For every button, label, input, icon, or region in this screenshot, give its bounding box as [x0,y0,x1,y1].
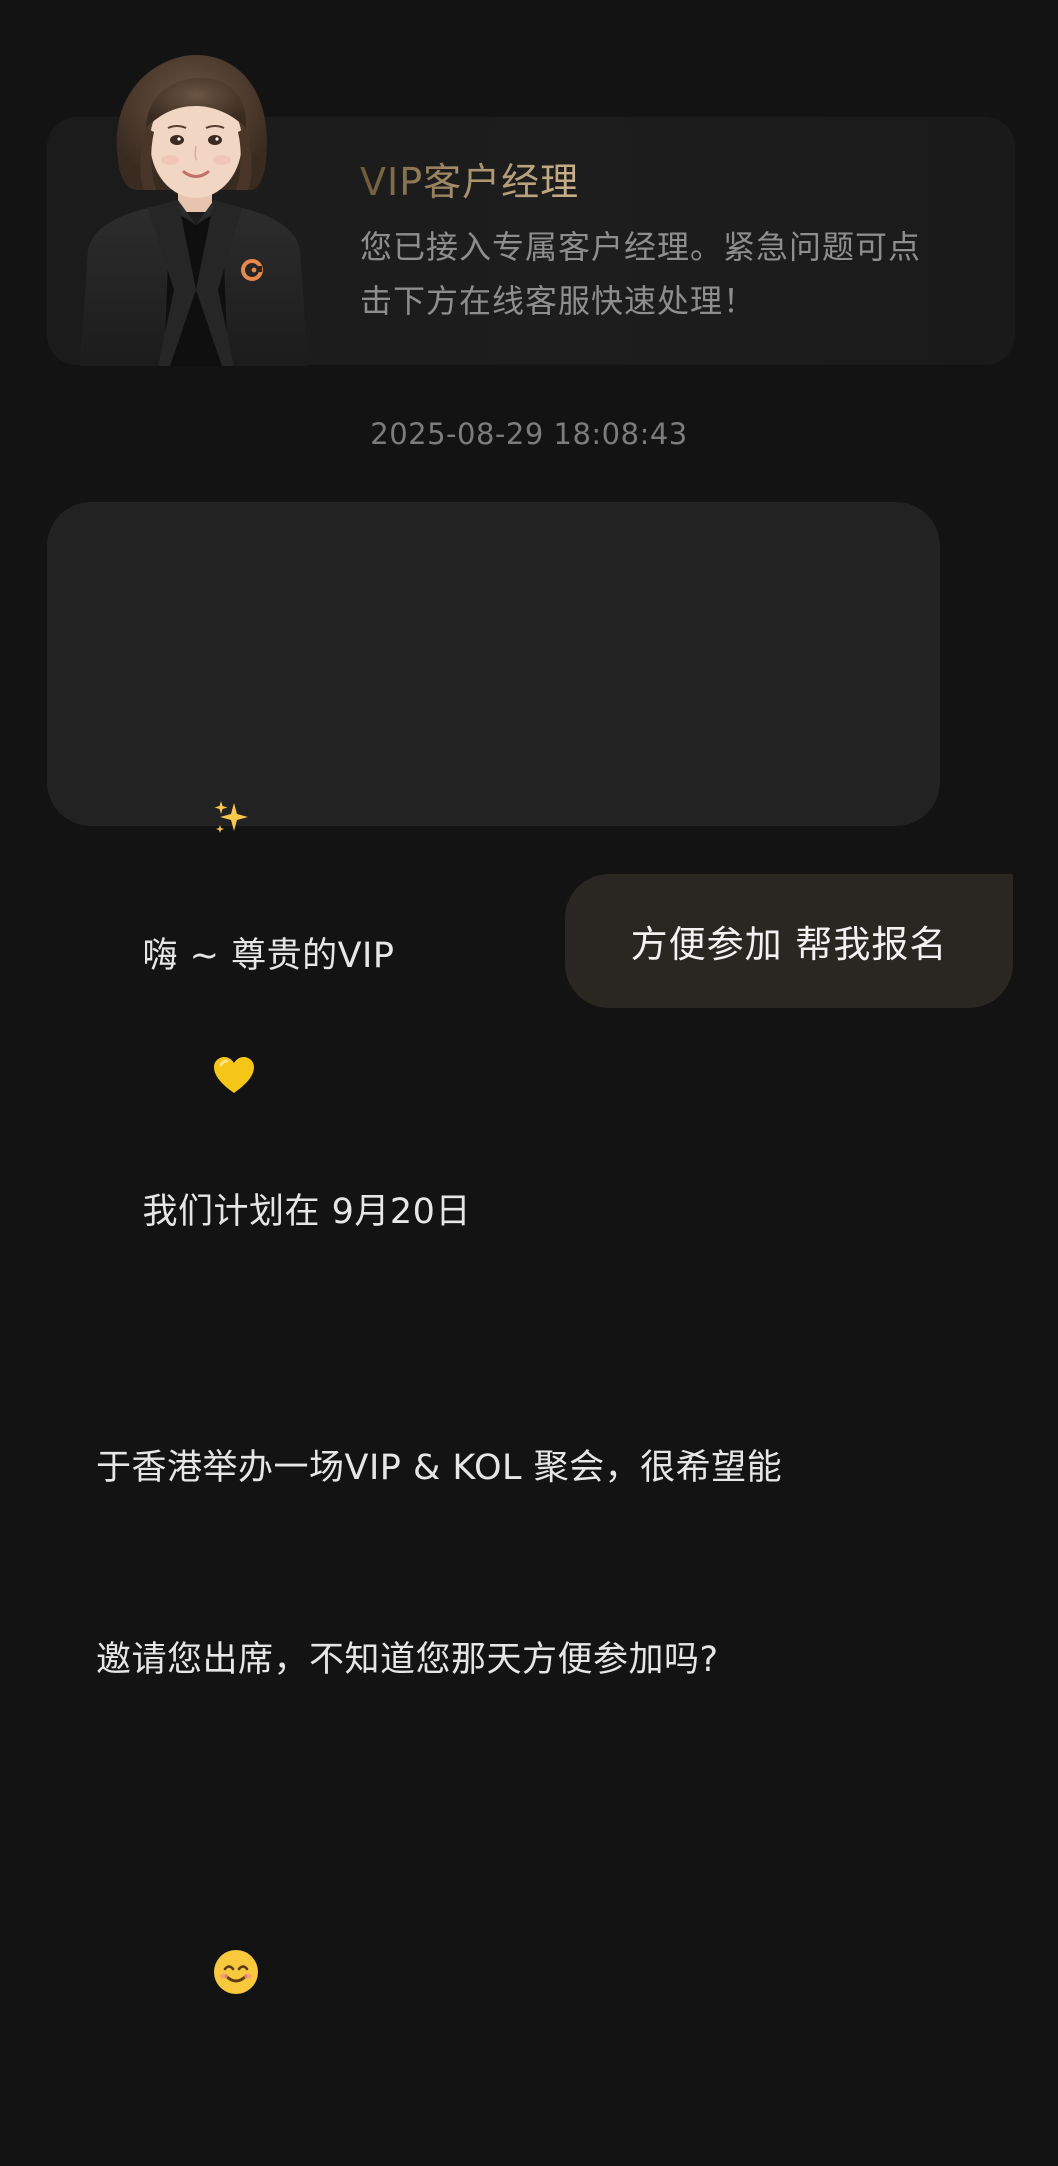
sparkles-icon [143,732,253,924]
incoming-message-text: 嗨 ~ 尊贵的VIP 我们计划在 9月20日 于香港举办一场VIP & KOL … [96,540,906,2166]
manager-title: VIP客户经理 [360,160,580,204]
incoming-line-3: 邀请您出席，不知道您那天方便参加吗? [96,1640,719,1680]
manager-description: 您已接入专属客户经理。紧急问题可点 击下方在线客服快速处理！ [360,220,990,328]
incoming-line-4 [96,1820,906,2145]
incoming-line-2: 于香港举办一场VIP & KOL 聚会，很希望能 [96,1448,783,1488]
manager-description-line-2: 击下方在线客服快速处理！ [360,282,757,320]
plan-text: 我们计划在 9月20日 [142,1192,471,1232]
outgoing-message-text: 方便参加 帮我报名 [630,923,948,966]
manager-avatar [78,50,308,366]
yellow-heart-icon [143,988,257,1180]
manager-description-line-1: 您已接入专属客户经理。紧急问题可点 [360,228,922,266]
message-timestamp: 2025-08-29 18:08:43 [370,417,688,451]
greeting-text: 嗨 ~ 尊贵的VIP [142,936,395,976]
smiling-face-icon [143,1884,261,2081]
